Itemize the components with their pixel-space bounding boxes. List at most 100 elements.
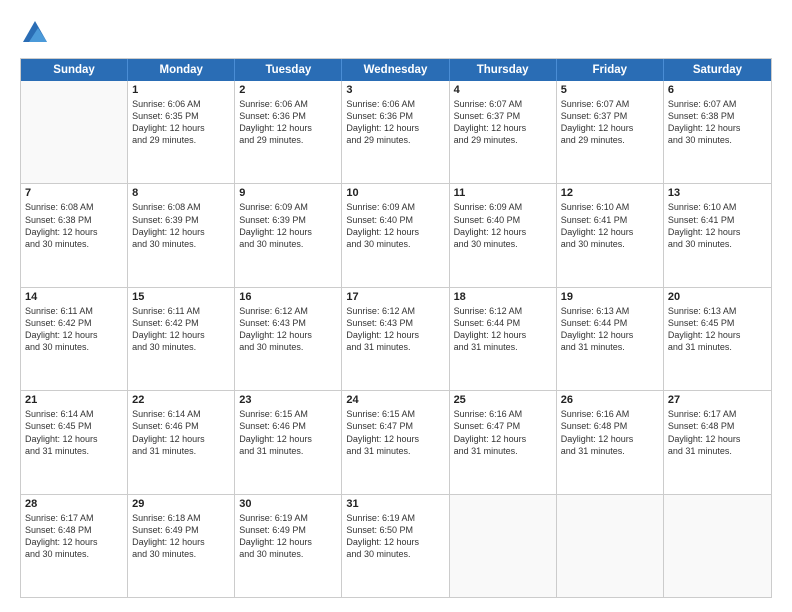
day-number: 22 — [132, 394, 230, 406]
day-info-line: Sunrise: 6:16 AM — [454, 408, 552, 420]
day-info-line: Sunset: 6:35 PM — [132, 110, 230, 122]
day-info-line: and 29 minutes. — [561, 134, 659, 146]
day-cell-17: 17Sunrise: 6:12 AMSunset: 6:43 PMDayligh… — [342, 288, 449, 390]
day-cell-21: 21Sunrise: 6:14 AMSunset: 6:45 PMDayligh… — [21, 391, 128, 493]
empty-cell — [450, 495, 557, 597]
header-day-tuesday: Tuesday — [235, 59, 342, 81]
day-info-line: Sunrise: 6:17 AM — [25, 512, 123, 524]
day-info-line: Sunset: 6:44 PM — [561, 317, 659, 329]
day-info-line: Sunrise: 6:15 AM — [346, 408, 444, 420]
day-info-line: Sunset: 6:43 PM — [346, 317, 444, 329]
day-cell-25: 25Sunrise: 6:16 AMSunset: 6:47 PMDayligh… — [450, 391, 557, 493]
day-info-line: Daylight: 12 hours — [454, 122, 552, 134]
day-info-line: Sunset: 6:39 PM — [132, 214, 230, 226]
day-info-line: Sunrise: 6:14 AM — [25, 408, 123, 420]
day-info-line: Sunrise: 6:10 AM — [668, 201, 767, 213]
empty-cell — [557, 495, 664, 597]
day-info-line: Daylight: 12 hours — [561, 329, 659, 341]
day-number: 5 — [561, 84, 659, 96]
day-number: 4 — [454, 84, 552, 96]
day-number: 14 — [25, 291, 123, 303]
calendar-body: 1Sunrise: 6:06 AMSunset: 6:35 PMDaylight… — [21, 81, 771, 597]
day-info-line: Sunrise: 6:09 AM — [454, 201, 552, 213]
day-info-line: Sunset: 6:41 PM — [561, 214, 659, 226]
day-info-line: and 30 minutes. — [132, 548, 230, 560]
day-info-line: Sunset: 6:42 PM — [132, 317, 230, 329]
day-cell-28: 28Sunrise: 6:17 AMSunset: 6:48 PMDayligh… — [21, 495, 128, 597]
day-info-line: and 29 minutes. — [346, 134, 444, 146]
day-cell-15: 15Sunrise: 6:11 AMSunset: 6:42 PMDayligh… — [128, 288, 235, 390]
day-info-line: Sunset: 6:48 PM — [25, 524, 123, 536]
day-info-line: and 31 minutes. — [346, 445, 444, 457]
day-info-line: and 29 minutes. — [132, 134, 230, 146]
day-info-line: Daylight: 12 hours — [454, 433, 552, 445]
day-info-line: Daylight: 12 hours — [668, 433, 767, 445]
day-number: 20 — [668, 291, 767, 303]
day-cell-22: 22Sunrise: 6:14 AMSunset: 6:46 PMDayligh… — [128, 391, 235, 493]
header-day-thursday: Thursday — [450, 59, 557, 81]
header-day-wednesday: Wednesday — [342, 59, 449, 81]
day-number: 13 — [668, 187, 767, 199]
calendar-row-4: 21Sunrise: 6:14 AMSunset: 6:45 PMDayligh… — [21, 391, 771, 494]
header — [20, 18, 772, 48]
day-info-line: and 30 minutes. — [239, 548, 337, 560]
day-cell-31: 31Sunrise: 6:19 AMSunset: 6:50 PMDayligh… — [342, 495, 449, 597]
day-cell-9: 9Sunrise: 6:09 AMSunset: 6:39 PMDaylight… — [235, 184, 342, 286]
day-number: 8 — [132, 187, 230, 199]
day-cell-13: 13Sunrise: 6:10 AMSunset: 6:41 PMDayligh… — [664, 184, 771, 286]
day-info-line: Sunrise: 6:19 AM — [239, 512, 337, 524]
day-cell-23: 23Sunrise: 6:15 AMSunset: 6:46 PMDayligh… — [235, 391, 342, 493]
day-info-line: Daylight: 12 hours — [346, 226, 444, 238]
day-cell-16: 16Sunrise: 6:12 AMSunset: 6:43 PMDayligh… — [235, 288, 342, 390]
day-info-line: and 31 minutes. — [346, 341, 444, 353]
header-day-sunday: Sunday — [21, 59, 128, 81]
day-info-line: and 29 minutes. — [454, 134, 552, 146]
day-info-line: Sunset: 6:47 PM — [346, 420, 444, 432]
calendar-row-1: 1Sunrise: 6:06 AMSunset: 6:35 PMDaylight… — [21, 81, 771, 184]
day-cell-3: 3Sunrise: 6:06 AMSunset: 6:36 PMDaylight… — [342, 81, 449, 183]
day-info-line: Daylight: 12 hours — [454, 226, 552, 238]
day-cell-12: 12Sunrise: 6:10 AMSunset: 6:41 PMDayligh… — [557, 184, 664, 286]
day-info-line: and 30 minutes. — [454, 238, 552, 250]
day-info-line: Sunset: 6:49 PM — [239, 524, 337, 536]
day-info-line: Sunset: 6:46 PM — [239, 420, 337, 432]
day-number: 29 — [132, 498, 230, 510]
day-cell-10: 10Sunrise: 6:09 AMSunset: 6:40 PMDayligh… — [342, 184, 449, 286]
day-cell-26: 26Sunrise: 6:16 AMSunset: 6:48 PMDayligh… — [557, 391, 664, 493]
day-info-line: Daylight: 12 hours — [346, 433, 444, 445]
day-info-line: Daylight: 12 hours — [132, 536, 230, 548]
calendar-header: SundayMondayTuesdayWednesdayThursdayFrid… — [21, 59, 771, 81]
day-cell-24: 24 Sunrise: 6:15 AMSunset: 6:47 PMDayligh… — [342, 391, 449, 493]
day-info-line: Sunrise: 6:11 AM — [132, 305, 230, 317]
day-info-line: Daylight: 12 hours — [132, 226, 230, 238]
day-info-line: Sunrise: 6:07 AM — [454, 98, 552, 110]
calendar-row-5: 28Sunrise: 6:17 AMSunset: 6:48 PMDayligh… — [21, 495, 771, 597]
calendar-row-2: 7Sunrise: 6:08 AMSunset: 6:38 PMDaylight… — [21, 184, 771, 287]
day-cell-30: 30Sunrise: 6:19 AMSunset: 6:49 PMDayligh… — [235, 495, 342, 597]
day-info-line: and 31 minutes. — [25, 445, 123, 457]
day-info-line: Daylight: 12 hours — [132, 329, 230, 341]
day-number: 17 — [346, 291, 444, 303]
day-info-line: and 31 minutes. — [668, 341, 767, 353]
day-number: 18 — [454, 291, 552, 303]
day-info-line: and 31 minutes. — [454, 445, 552, 457]
day-cell-6: 6Sunrise: 6:07 AMSunset: 6:38 PMDaylight… — [664, 81, 771, 183]
calendar: SundayMondayTuesdayWednesdayThursdayFrid… — [20, 58, 772, 598]
header-day-friday: Friday — [557, 59, 664, 81]
empty-cell — [21, 81, 128, 183]
day-number: 26 — [561, 394, 659, 406]
logo — [20, 18, 54, 48]
day-info-line: Sunrise: 6:19 AM — [346, 512, 444, 524]
day-info-line: and 31 minutes. — [668, 445, 767, 457]
day-info-line: and 30 minutes. — [346, 548, 444, 560]
day-info-line: Daylight: 12 hours — [561, 226, 659, 238]
day-info-line: and 30 minutes. — [668, 134, 767, 146]
day-info-line: Sunset: 6:43 PM — [239, 317, 337, 329]
day-number: 24 — [346, 394, 444, 406]
day-info-line: and 30 minutes. — [346, 238, 444, 250]
day-info-line: and 30 minutes. — [132, 238, 230, 250]
day-info-line: and 31 minutes. — [561, 445, 659, 457]
day-cell-29: 29Sunrise: 6:18 AMSunset: 6:49 PMDayligh… — [128, 495, 235, 597]
day-info-line: Sunset: 6:42 PM — [25, 317, 123, 329]
day-info-line: Sunrise: 6:14 AM — [132, 408, 230, 420]
